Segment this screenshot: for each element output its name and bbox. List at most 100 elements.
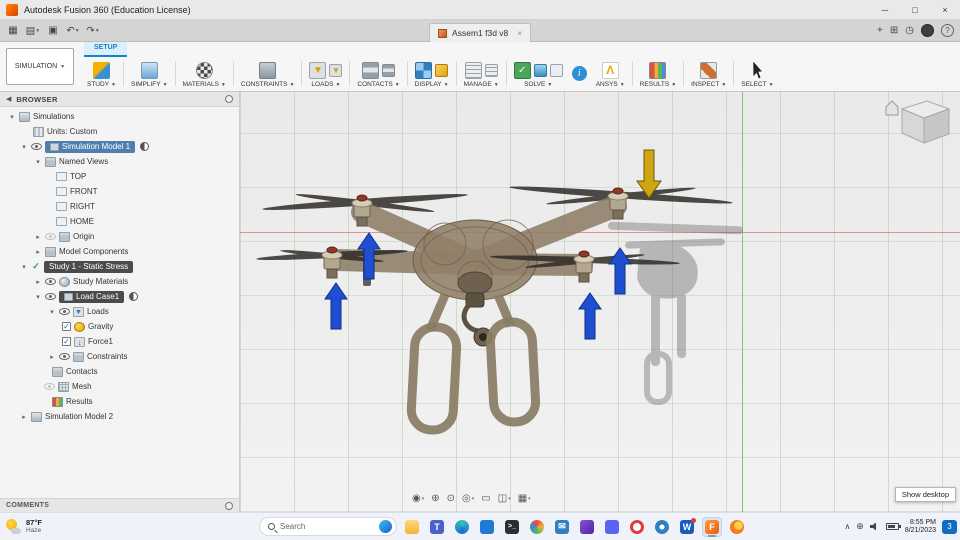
model-canvas[interactable] <box>240 92 955 512</box>
close-button[interactable]: × <box>930 0 960 20</box>
expand-icon[interactable]: ▸ <box>34 248 42 256</box>
model-viewport[interactable]: ◉ ▾ ⊕ ⊙ ◎ ▾ ▭ ◫ ▾ ▦ ▾ Show desktop <box>240 92 960 512</box>
taskbar-app-word[interactable]: W <box>677 517 697 537</box>
ribbon-group-constraints[interactable]: CONSTRAINTS ▼ <box>236 57 300 90</box>
taskbar-app-photos[interactable] <box>527 517 547 537</box>
user-avatar[interactable] <box>921 24 934 37</box>
tree-item-study-1[interactable]: ▾ ✓ Study 1 - Static Stress <box>0 259 239 274</box>
display-icon[interactable] <box>415 61 433 79</box>
info-icon[interactable]: i <box>571 66 587 81</box>
tree-item-named-views[interactable]: ▾ Named Views <box>0 154 239 169</box>
zoom-icon[interactable]: ◎ ▾ <box>462 493 474 504</box>
tree-item-constraints[interactable]: ▸ Constraints <box>0 349 239 364</box>
grid-settings-icon[interactable]: ▦ ▾ <box>518 493 531 504</box>
visibility-eye-icon[interactable] <box>59 308 70 315</box>
new-tab-icon[interactable]: + <box>877 25 883 36</box>
tree-item-view-home[interactable]: HOME <box>0 214 239 229</box>
drone-body[interactable] <box>327 195 627 347</box>
expand-icon[interactable]: ▾ <box>20 143 28 151</box>
hidden-icons-chevron[interactable]: ∧ <box>844 522 850 531</box>
expand-icon[interactable]: ▸ <box>48 353 56 361</box>
display-settings-icon[interactable]: ◫ ▾ <box>498 493 511 504</box>
activate-radio-icon[interactable] <box>140 142 150 151</box>
taskbar-app-firefox[interactable] <box>727 517 747 537</box>
visibility-eye-icon[interactable] <box>31 143 42 150</box>
battery-icon[interactable] <box>885 523 901 530</box>
linear-load-icon[interactable]: ▼ <box>329 63 343 77</box>
weather-widget[interactable]: 87°F Haze <box>6 518 42 535</box>
ribbon-group-solve[interactable]: ✓ SOLVE ▼ <box>509 57 568 90</box>
collapse-panel-icon[interactable]: ◀ <box>6 95 11 103</box>
minimize-button[interactable]: ─ <box>870 0 900 20</box>
inspect-icon[interactable] <box>700 61 718 79</box>
visibility-eye-icon[interactable] <box>45 233 56 240</box>
orbit-icon[interactable]: ◉ ▾ <box>412 493 424 504</box>
help-icon[interactable]: ? <box>941 24 954 37</box>
cloud-solve-icon[interactable] <box>533 63 547 77</box>
simplify-icon[interactable] <box>140 61 158 79</box>
tree-item-view-right[interactable]: RIGHT <box>0 199 239 214</box>
tree-item-load-case-1[interactable]: ▾ Load Case1 <box>0 289 239 304</box>
extensions-icon[interactable]: ⊞ <box>890 25 898 36</box>
panel-options-icon[interactable] <box>225 95 233 103</box>
tree-item-origin[interactable]: ▸ Origin <box>0 229 239 244</box>
structural-loads-icon[interactable]: ▼ <box>309 61 327 79</box>
job-list-icon[interactable] <box>549 63 563 77</box>
ribbon-group-manage[interactable]: MANAGE ▼ <box>459 57 504 90</box>
app-grid-icon[interactable]: ▦ <box>4 22 22 40</box>
tree-item-simulation-model-2[interactable]: ▸ Simulation Model 2 <box>0 409 239 424</box>
ribbon-group-loads[interactable]: ▼ ▼ LOADS ▼ <box>304 57 347 90</box>
tree-item-results[interactable]: Results <box>0 394 239 409</box>
ribbon-group-select[interactable]: SELECT ▼ <box>736 57 778 90</box>
taskbar-app-mail[interactable]: ✉ <box>552 517 572 537</box>
taskbar-app-fusion-360[interactable]: F <box>702 516 722 537</box>
expand-icon[interactable]: ▸ <box>34 278 42 286</box>
start-button[interactable] <box>234 517 254 537</box>
settings-icon[interactable] <box>484 63 498 77</box>
constraints-icon[interactable] <box>259 61 277 79</box>
expand-icon[interactable]: ▾ <box>8 113 16 121</box>
tree-item-view-top[interactable]: TOP <box>0 169 239 184</box>
select-cursor-icon[interactable] <box>753 61 762 79</box>
tree-item-simulations[interactable]: ▾ Simulations <box>0 109 239 124</box>
taskbar-app-teams[interactable]: T <box>427 517 447 537</box>
view-cube[interactable] <box>885 100 951 144</box>
tree-item-simulation-model-1[interactable]: ▾ Simulation Model 1 <box>0 139 239 154</box>
taskbar-app-discord[interactable] <box>602 517 622 537</box>
ribbon-group-materials[interactable]: MATERIALS ▼ <box>178 57 231 90</box>
expand-comments-icon[interactable] <box>225 501 233 510</box>
document-tab[interactable]: Assem1 f3d v8 × <box>429 23 531 42</box>
activate-radio-icon[interactable] <box>129 292 139 301</box>
expand-icon[interactable]: ▸ <box>20 413 28 421</box>
maximize-button[interactable]: □ <box>900 0 930 20</box>
gravity-checkbox[interactable]: ✓ <box>62 322 71 331</box>
expand-icon[interactable]: ▸ <box>34 233 42 241</box>
materials-icon[interactable] <box>195 61 213 79</box>
taskbar-app-terminal[interactable]: >_ <box>502 517 522 537</box>
expand-icon[interactable]: ▾ <box>20 263 28 271</box>
job-status-icon[interactable]: ◷ <box>905 25 914 36</box>
save-icon[interactable]: ▣ <box>44 22 62 40</box>
home-icon[interactable] <box>885 100 899 116</box>
taskbar-app-opera[interactable] <box>627 517 647 537</box>
file-menu-icon[interactable]: ▤▼ <box>24 22 42 40</box>
ansys-icon[interactable]: Λ <box>601 61 619 79</box>
pan-icon[interactable]: ⊕ <box>431 493 439 504</box>
ribbon-group-study[interactable]: STUDY ▼ <box>82 57 121 90</box>
force1-checkbox[interactable]: ✓ <box>62 337 71 346</box>
tab-setup[interactable]: SETUP <box>84 42 128 57</box>
ribbon-group-simplify[interactable]: SIMPLIFY ▼ <box>126 57 173 90</box>
visibility-eye-icon[interactable] <box>44 383 55 390</box>
visibility-eye-icon[interactable] <box>45 278 56 285</box>
ribbon-group-ansys[interactable]: Λ ANSYS ▼ <box>591 57 630 90</box>
manage-contacts-icon[interactable] <box>382 63 396 77</box>
tree-item-units[interactable]: Units: Custom <box>0 124 239 139</box>
comments-bar[interactable]: COMMENTS <box>0 498 239 512</box>
notification-badge[interactable]: 3 <box>942 519 957 534</box>
taskbar-app-file-explorer[interactable] <box>402 517 422 537</box>
visibility-eye-icon[interactable] <box>59 353 70 360</box>
fit-icon[interactable]: ▭ <box>481 493 490 504</box>
taskbar-app-chrome[interactable] <box>652 517 672 537</box>
volume-icon[interactable] <box>869 522 877 531</box>
study-icon[interactable] <box>92 61 110 79</box>
